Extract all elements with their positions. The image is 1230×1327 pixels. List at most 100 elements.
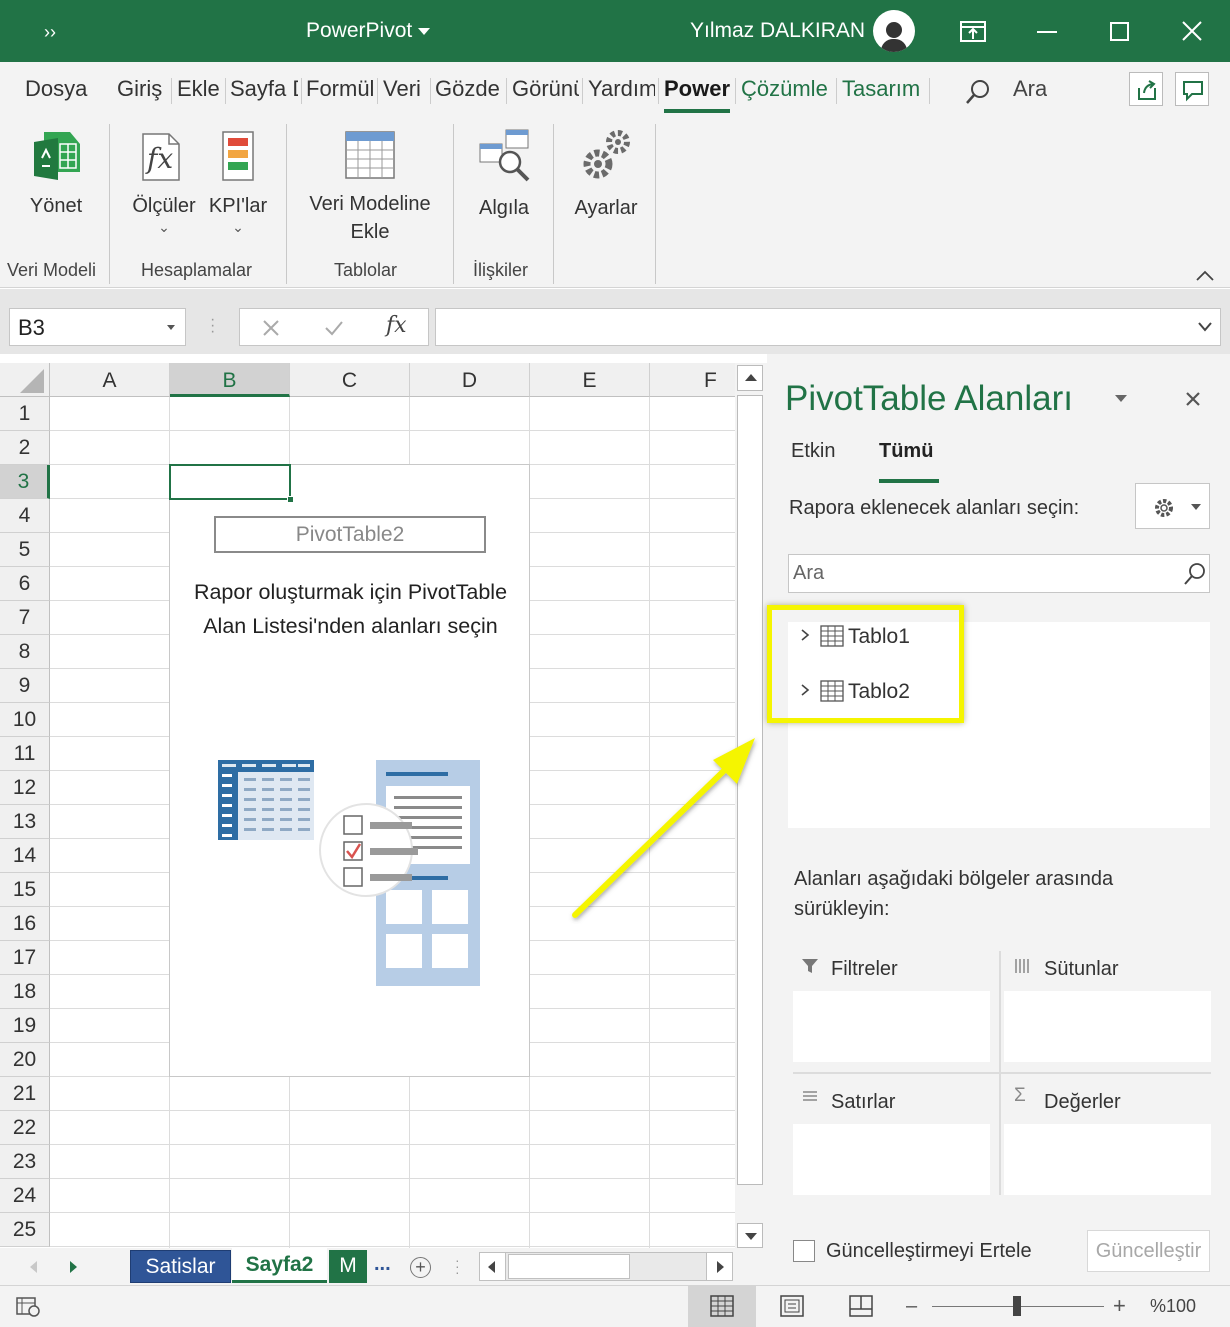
formula-bar-grip-icon[interactable]: · · · (210, 312, 215, 340)
column-header-a[interactable]: A (50, 363, 170, 397)
row-header[interactable]: 10 (0, 703, 50, 737)
column-header-c[interactable]: C (290, 363, 410, 397)
row-header[interactable]: 1 (0, 397, 50, 431)
more-sheets-button[interactable]: ... (374, 1253, 391, 1276)
scroll-down-button[interactable] (737, 1223, 763, 1248)
values-drop-zone[interactable] (1004, 1124, 1211, 1195)
row-header[interactable]: 4 (0, 499, 50, 533)
insert-function-icon[interactable]: fx (386, 313, 407, 338)
sheet-tab-satislar[interactable]: Satislar (130, 1250, 231, 1283)
row-header[interactable]: 18 (0, 975, 50, 1009)
row-header[interactable]: 7 (0, 601, 50, 635)
expand-chevron-icon[interactable] (800, 683, 810, 697)
tab-ekle[interactable]: Ekle (177, 76, 222, 108)
filters-drop-zone[interactable] (793, 991, 990, 1062)
prev-sheet-icon[interactable] (30, 1261, 37, 1273)
tell-me-box[interactable]: Ara (1013, 76, 1047, 108)
scroll-up-button[interactable] (737, 365, 763, 391)
sheet-tab-sayfa2[interactable]: Sayfa2 (232, 1248, 327, 1283)
rows-drop-zone[interactable] (793, 1124, 990, 1195)
ribbon-display-options-icon[interactable] (960, 21, 986, 43)
maximize-icon[interactable] (1110, 22, 1129, 41)
horizontal-scrollbar[interactable] (479, 1252, 733, 1281)
next-sheet-icon[interactable] (70, 1261, 77, 1273)
enter-icon[interactable] (324, 319, 344, 337)
h-scroll-thumb[interactable] (508, 1254, 630, 1279)
column-header-d[interactable]: D (410, 363, 530, 397)
add-to-data-model-button[interactable]: Veri Modeline Ekle (298, 122, 442, 243)
zoom-slider-thumb[interactable] (1013, 1296, 1021, 1316)
zoom-level[interactable]: %100 (1150, 1296, 1196, 1317)
tab-split-grip-icon[interactable]: · · · (455, 1253, 460, 1279)
scroll-left-button[interactable] (480, 1253, 506, 1280)
name-box-dropdown-icon[interactable] (167, 325, 175, 330)
tab-etkin[interactable]: Etkin (791, 440, 835, 463)
manage-button[interactable]: Yönet (10, 122, 102, 222)
tab-yardim[interactable]: Yardım (588, 76, 655, 108)
tab-power-pivot[interactable]: Power (664, 76, 732, 108)
kpis-button[interactable]: KPI'lar ⌄ (204, 122, 272, 242)
zoom-out-icon[interactable]: – (906, 1295, 917, 1318)
close-pane-icon[interactable] (1185, 391, 1201, 407)
sheet-tab-m[interactable]: M (329, 1250, 367, 1283)
column-header-f[interactable]: F (650, 363, 735, 397)
pane-options-dropdown-icon[interactable] (1115, 395, 1127, 402)
macro-recording-icon[interactable] (16, 1296, 42, 1318)
columns-drop-zone[interactable] (1004, 991, 1211, 1062)
minimize-icon[interactable] (1037, 31, 1057, 33)
field-list-item-tablo1[interactable]: Tablo1 (796, 622, 996, 666)
row-header[interactable]: 9 (0, 669, 50, 703)
field-list-item-tablo2[interactable]: Tablo2 (796, 677, 996, 721)
tab-gorunum[interactable]: Görünüm (512, 76, 579, 108)
row-header[interactable]: 19 (0, 1009, 50, 1043)
fill-handle[interactable] (287, 496, 294, 503)
normal-view-button[interactable] (688, 1286, 756, 1327)
row-header[interactable]: 13 (0, 805, 50, 839)
measures-button[interactable]: fx Ölçüler ⌄ (126, 122, 202, 242)
quick-access-more-icon[interactable]: ›› (44, 22, 56, 43)
title-dropdown-icon[interactable] (418, 28, 430, 35)
cancel-icon[interactable] (262, 319, 280, 337)
row-header[interactable]: 6 (0, 567, 50, 601)
tab-tasarim[interactable]: Tasarım (842, 76, 926, 108)
column-header-e[interactable]: E (530, 363, 650, 397)
select-all-button[interactable] (0, 363, 50, 397)
name-box[interactable]: B3 (9, 308, 186, 346)
row-header[interactable]: 16 (0, 907, 50, 941)
update-button[interactable]: Güncelleştir (1087, 1230, 1210, 1272)
row-header[interactable]: 24 (0, 1179, 50, 1213)
user-name[interactable]: Yılmaz DALKIRAN (690, 19, 865, 43)
expand-chevron-icon[interactable] (800, 628, 810, 642)
scroll-right-button[interactable] (706, 1253, 732, 1280)
row-header[interactable]: 25 (0, 1213, 50, 1247)
tools-button[interactable] (1135, 483, 1210, 529)
row-header[interactable]: 11 (0, 737, 50, 771)
search-icon[interactable] (965, 78, 991, 106)
active-cell-b3[interactable] (169, 464, 294, 503)
collapse-ribbon-icon[interactable] (1196, 270, 1214, 282)
formula-input[interactable] (435, 308, 1221, 346)
row-header[interactable]: 23 (0, 1145, 50, 1179)
page-break-view-icon[interactable] (849, 1295, 873, 1317)
row-header[interactable]: 5 (0, 533, 50, 567)
row-header[interactable]: 3 (0, 465, 50, 499)
tab-dosya[interactable]: Dosya (25, 76, 95, 108)
row-header[interactable]: 12 (0, 771, 50, 805)
row-header[interactable]: 17 (0, 941, 50, 975)
column-header-b[interactable]: B (170, 363, 290, 397)
tab-tumu[interactable]: Tümü (879, 440, 933, 463)
tab-formuller[interactable]: Formül (306, 76, 374, 108)
page-layout-view-icon[interactable] (780, 1295, 804, 1317)
avatar[interactable] (873, 10, 915, 52)
tab-cozumle[interactable]: Çözümle (741, 76, 833, 108)
row-header[interactable]: 14 (0, 839, 50, 873)
row-header[interactable]: 22 (0, 1111, 50, 1145)
zoom-in-icon[interactable]: + (1113, 1293, 1126, 1319)
tab-giris[interactable]: Giriş (117, 76, 167, 108)
new-sheet-icon[interactable]: + (410, 1257, 431, 1278)
tab-gozden-gecir[interactable]: Gözden (435, 76, 501, 108)
tab-sayfa-duzeni[interactable]: Sayfa D (230, 76, 298, 108)
defer-update-checkbox[interactable] (793, 1240, 815, 1262)
expand-formula-bar-icon[interactable] (1198, 322, 1212, 332)
row-header[interactable]: 8 (0, 635, 50, 669)
